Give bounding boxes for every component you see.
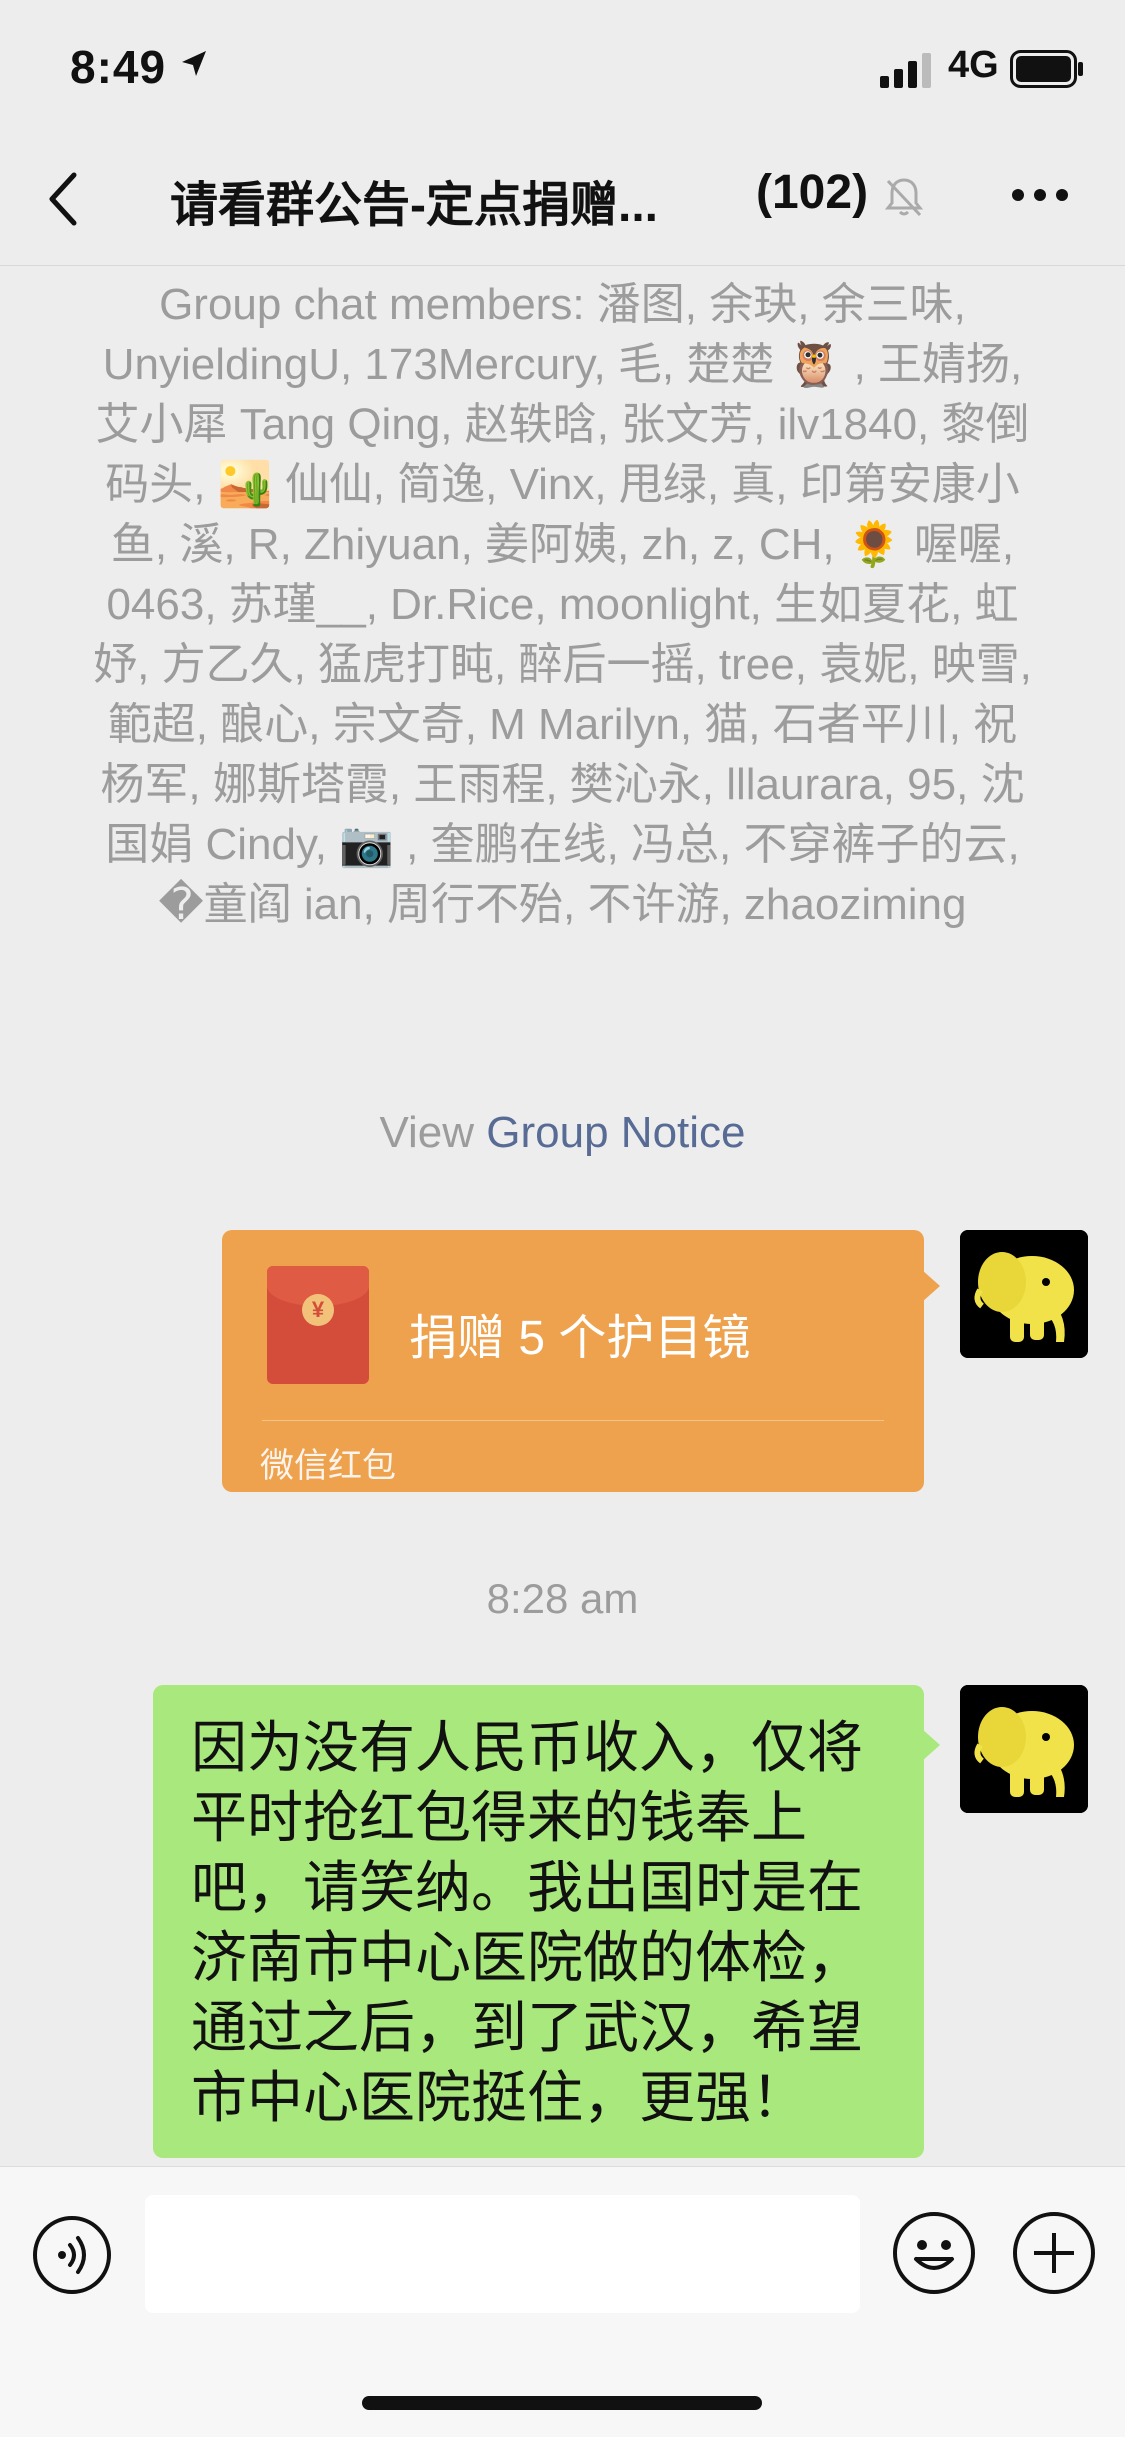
message-text: 因为没有人民币收入，仅将平时抢红包得来的钱奉上吧，请笑纳。我出国时是在济南市中心… <box>191 1716 863 2129</box>
location-arrow-icon <box>182 51 206 76</box>
member-count: (102) <box>756 166 869 219</box>
signal-icon <box>880 53 931 88</box>
text-message-bubble[interactable]: 因为没有人民币收入，仅将平时抢红包得来的钱奉上吧，请笑纳。我出国时是在济南市中心… <box>153 1685 940 2158</box>
group-members-system-message: Group chat members: 潘图, 余玦, 余三味, Unyield… <box>93 280 1032 929</box>
message-timestamp: 8:28 am <box>486 1575 639 1622</box>
red-packet-message[interactable]: ¥ 捐赠 5 个护目镜 微信红包 <box>222 1230 940 1492</box>
view-group-notice: View Group Notice <box>0 1108 1125 1158</box>
plus-icon[interactable] <box>1012 2211 1096 2295</box>
view-prefix: View <box>379 1108 475 1157</box>
divider <box>262 1420 884 1421</box>
emoji-icon[interactable] <box>892 2211 976 2295</box>
status-bar: 8:49 4G <box>0 0 1125 135</box>
home-indicator <box>362 2396 762 2410</box>
bubble-tail <box>922 1729 940 1761</box>
group-notice-link[interactable]: Group Notice <box>486 1108 745 1157</box>
chevron-left-icon[interactable] <box>42 169 86 229</box>
bubble-tail <box>922 1270 940 1302</box>
bell-slash-icon <box>884 178 924 217</box>
red-packet-label: 微信红包 <box>260 1447 396 1485</box>
avatar[interactable] <box>960 1230 1088 1358</box>
voice-icon[interactable] <box>32 2215 112 2295</box>
elephant-avatar-icon <box>960 1230 1088 1358</box>
elephant-avatar-icon <box>960 1685 1088 1813</box>
battery-icon <box>1010 50 1083 88</box>
message-input[interactable] <box>145 2195 860 2313</box>
chat-header: 请看群公告-定点捐赠... (102) <box>0 135 1125 266</box>
status-time: 8:49 <box>70 41 167 93</box>
avatar[interactable] <box>960 1685 1088 1813</box>
red-packet-title: 捐赠 5 个护目镜 <box>409 1312 751 1365</box>
red-envelope-icon: ¥ <box>267 1266 369 1384</box>
ellipsis-icon[interactable] <box>1010 183 1070 207</box>
coin-icon: ¥ <box>302 1294 334 1326</box>
network-type: 4G <box>948 44 999 86</box>
